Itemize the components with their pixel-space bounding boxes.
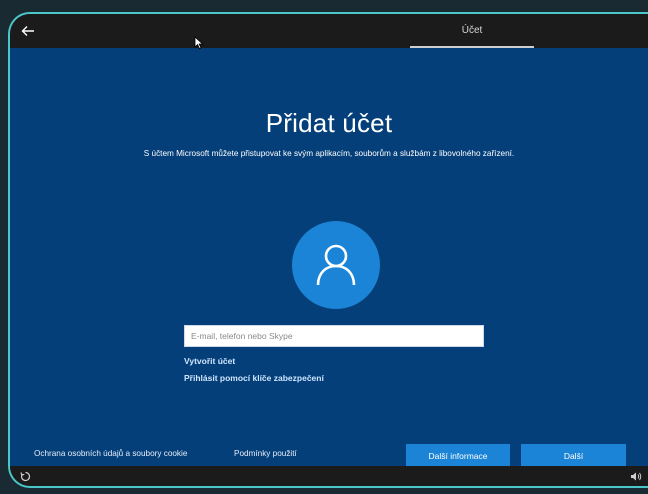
bottom-bar [10,466,648,486]
security-key-link[interactable]: Přihlásit pomocí klíče zabezpečení [184,373,324,383]
top-bar: Účet [10,14,648,48]
create-account-link[interactable]: Vytvořit účet [184,356,235,366]
tab-account-label: Účet [461,25,483,36]
avatar [292,221,380,309]
volume-icon[interactable] [630,471,642,482]
email-field[interactable] [184,325,484,347]
user-icon [316,244,356,286]
mouse-cursor-icon [194,36,204,50]
oobe-window: Účet Přidat účet S účtem Microsoft můžet… [8,12,648,488]
main-content: Přidat účet S účtem Microsoft můžete při… [10,48,648,469]
privacy-link[interactable]: Ochrana osobních údajů a soubory cookie [34,449,187,458]
accessibility-icon[interactable] [20,471,31,482]
back-button[interactable] [20,23,36,39]
tab-account: Účet [410,14,534,48]
arrow-left-icon [21,26,34,36]
page-subtitle: S účtem Microsoft můžete přistupovat ke … [143,149,515,158]
page-title: Přidat účet [265,108,393,138]
terms-link[interactable]: Podmínky použití [234,449,297,458]
